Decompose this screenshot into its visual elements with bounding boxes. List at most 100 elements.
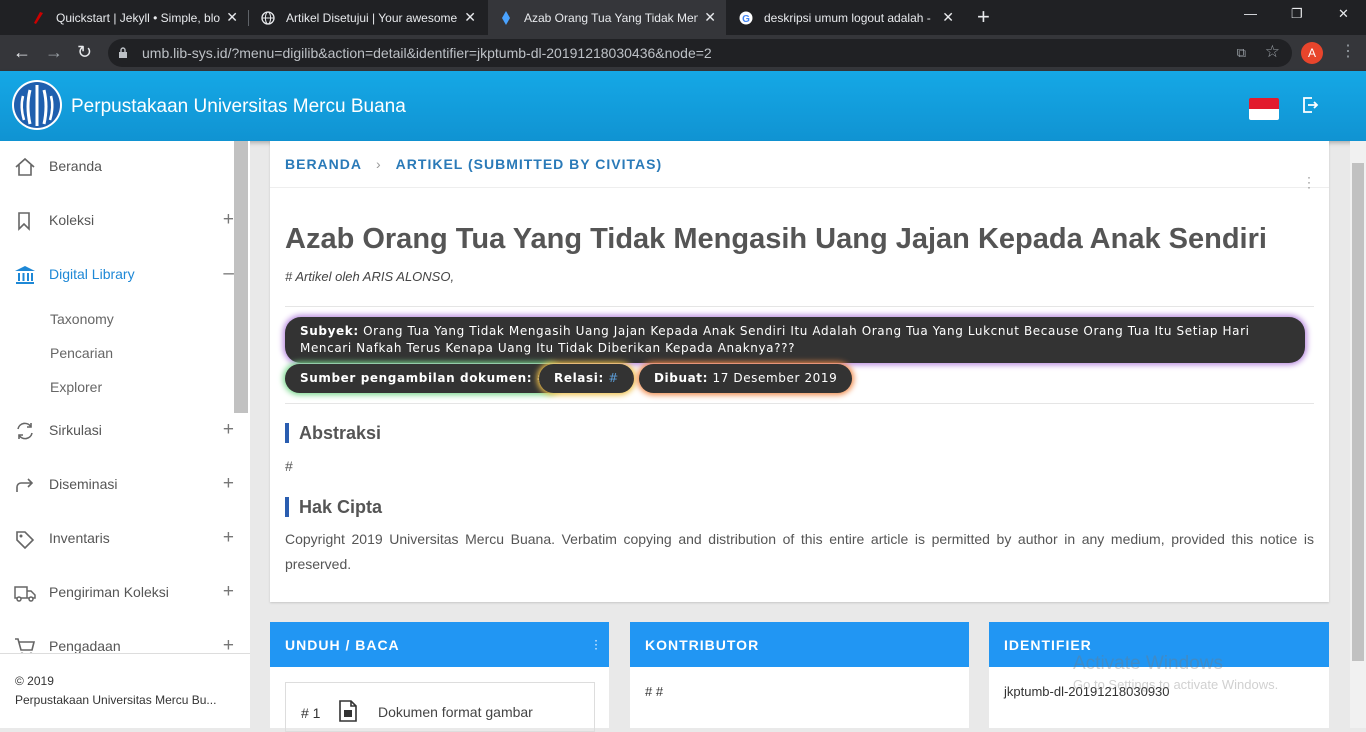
tab-title: Artikel Disetujui | Your awesome bbox=[286, 10, 458, 25]
relation-link[interactable]: # bbox=[608, 371, 619, 385]
browser-tab-strip: Quickstart | Jekyll • Simple, blog- ✕ Ar… bbox=[0, 0, 1366, 35]
download-item[interactable]: # 1 Dokumen format gambar bbox=[285, 682, 595, 732]
chevron-right-icon: › bbox=[376, 156, 382, 172]
card-header: KONTRIBUTOR bbox=[630, 622, 969, 667]
watermark-line1: Activate Windows bbox=[1073, 653, 1223, 674]
bookmark-star-icon[interactable]: ☆ bbox=[1265, 42, 1280, 62]
article-byline: # Artikel oleh ARIS ALONSO, bbox=[285, 269, 455, 284]
sidebar-subitem-pencarian[interactable]: Pencarian bbox=[50, 345, 113, 361]
subject-pill: Subyek: Orang Tua Yang Tidak Mengasih Ua… bbox=[285, 317, 1305, 363]
sidebar-item-inventaris[interactable]: Inventaris + bbox=[0, 519, 234, 559]
divider bbox=[285, 403, 1314, 404]
sidebar-scrollbar[interactable] bbox=[234, 141, 248, 413]
section-heading-abstraksi: Abstraksi bbox=[285, 423, 381, 443]
card-title: UNDUH / BACA bbox=[285, 637, 400, 653]
image-file-icon bbox=[338, 700, 358, 722]
browser-menu-icon[interactable]: ⋮ bbox=[1340, 41, 1356, 61]
expand-icon[interactable]: + bbox=[223, 209, 234, 231]
browser-tab[interactable]: G deskripsi umum logout adalah - ✕ bbox=[728, 0, 964, 35]
refresh-icon bbox=[14, 421, 36, 441]
back-button[interactable]: ← bbox=[13, 42, 31, 63]
browser-tab[interactable]: Quickstart | Jekyll • Simple, blog- ✕ bbox=[20, 0, 248, 35]
forward-button[interactable]: → bbox=[45, 42, 63, 63]
sidebar-item-koleksi[interactable]: Koleksi + bbox=[0, 201, 234, 241]
close-window-button[interactable]: ✕ bbox=[1338, 6, 1349, 22]
breadcrumb-home[interactable]: BERANDA bbox=[285, 156, 362, 172]
expand-icon[interactable]: + bbox=[223, 473, 234, 495]
sidebar-item-beranda[interactable]: Beranda bbox=[0, 147, 234, 187]
close-tab-icon[interactable]: ✕ bbox=[464, 9, 476, 26]
pill-label: Subyek: bbox=[300, 324, 359, 338]
footer-copyright: © 2019 bbox=[15, 674, 54, 688]
relation-pill: Relasi: # bbox=[539, 364, 634, 393]
card-title: IDENTIFIER bbox=[1004, 637, 1092, 653]
sidebar-item-sirkulasi[interactable]: Sirkulasi + bbox=[0, 411, 234, 451]
tab-title: deskripsi umum logout adalah - bbox=[764, 10, 931, 25]
item-number: # 1 bbox=[301, 705, 321, 721]
reload-button[interactable]: ↻ bbox=[77, 42, 92, 63]
sidebar-item-label: Pengadaan bbox=[49, 638, 121, 654]
logout-icon[interactable] bbox=[1300, 95, 1320, 115]
sidebar-item-label: Diseminasi bbox=[49, 476, 118, 492]
sidebar-item-label: Sirkulasi bbox=[49, 422, 102, 438]
close-tab-icon[interactable]: ✕ bbox=[226, 9, 238, 26]
svg-text:G: G bbox=[742, 14, 750, 25]
browser-tab-active[interactable]: Azab Orang Tua Yang Tidak Men ✕ bbox=[488, 0, 726, 35]
document-format-label: Dokumen format gambar bbox=[378, 704, 533, 720]
source-pill: Sumber pengambilan dokumen: # bbox=[285, 364, 563, 393]
card-header: UNDUH / BACA · · · bbox=[270, 622, 609, 667]
umb-logo[interactable] bbox=[12, 80, 62, 130]
umb-favicon-icon bbox=[498, 10, 514, 26]
sidebar-item-label: Koleksi bbox=[49, 212, 95, 228]
pill-value: Orang Tua Yang Tidak Mengasih Uang Jajan… bbox=[300, 324, 1250, 355]
home-icon bbox=[14, 157, 36, 177]
sidebar-subitem-taxonomy[interactable]: Taxonomy bbox=[50, 311, 114, 327]
collapse-icon[interactable]: – bbox=[223, 263, 234, 285]
page-title: Azab Orang Tua Yang Tidak Mengasih Uang … bbox=[285, 223, 1267, 255]
lock-icon bbox=[118, 46, 128, 58]
new-tab-button[interactable]: + bbox=[977, 4, 990, 30]
restore-button[interactable]: ❐ bbox=[1291, 6, 1303, 22]
tab-separator bbox=[248, 10, 249, 26]
copyright-text: Copyright 2019 Universitas Mercu Buana. … bbox=[285, 531, 1314, 572]
article-card: BERANDA › ARTIKEL (SUBMITTED BY CIVITAS) ·… bbox=[270, 141, 1329, 602]
download-card: UNDUH / BACA · · · # 1 Dokumen format gamba… bbox=[270, 622, 609, 732]
page-scrollbar[interactable] bbox=[1350, 141, 1366, 728]
expand-icon[interactable]: + bbox=[223, 527, 234, 549]
translate-icon[interactable]: ⧉ bbox=[1237, 45, 1246, 61]
breadcrumb-current[interactable]: ARTIKEL (SUBMITTED BY CIVITAS) bbox=[396, 156, 662, 172]
globe-icon bbox=[260, 10, 276, 26]
sidebar-item-label: Pengiriman Koleksi bbox=[49, 584, 169, 600]
truck-icon bbox=[14, 583, 36, 603]
close-tab-icon[interactable]: ✕ bbox=[942, 9, 954, 26]
sidebar: Beranda Koleksi + Digital Library – Taxo… bbox=[0, 141, 250, 728]
more-options-icon[interactable]: · · · bbox=[1307, 171, 1311, 193]
pill-value: 17 Desember 2019 bbox=[712, 371, 838, 385]
expand-icon[interactable]: + bbox=[223, 419, 234, 441]
more-options-icon[interactable]: · · · bbox=[595, 637, 599, 655]
app-header: Perpustakaan Universitas Mercu Buana bbox=[0, 71, 1366, 141]
indonesia-flag-icon[interactable] bbox=[1249, 98, 1279, 120]
browser-toolbar: ← → ↻ umb.lib-sys.id/?menu=digilib&actio… bbox=[0, 35, 1366, 71]
sidebar-subitem-explorer[interactable]: Explorer bbox=[50, 379, 102, 395]
app-title[interactable]: Perpustakaan Universitas Mercu Buana bbox=[71, 96, 406, 118]
close-tab-icon[interactable]: ✕ bbox=[704, 9, 716, 26]
tag-icon bbox=[14, 529, 36, 550]
sidebar-item-label: Digital Library bbox=[49, 266, 135, 282]
pill-label: Sumber pengambilan dokumen: bbox=[300, 371, 533, 385]
abstract-text: # bbox=[285, 458, 293, 474]
minimize-button[interactable]: — bbox=[1244, 6, 1257, 21]
divider bbox=[270, 187, 1329, 188]
share-arrow-icon bbox=[14, 475, 36, 495]
sidebar-item-label: Beranda bbox=[49, 158, 102, 174]
windows-activation-watermark: Activate Windows Go to Settings to activ… bbox=[1073, 653, 1278, 692]
sidebar-item-pengiriman-koleksi[interactable]: Pengiriman Koleksi + bbox=[0, 573, 234, 613]
sidebar-item-diseminasi[interactable]: Diseminasi + bbox=[0, 465, 234, 505]
sidebar-item-digital-library[interactable]: Digital Library – bbox=[0, 255, 234, 295]
profile-avatar[interactable]: A bbox=[1301, 42, 1323, 64]
browser-tab[interactable]: Artikel Disetujui | Your awesome ✕ bbox=[250, 0, 486, 35]
expand-icon[interactable]: + bbox=[223, 581, 234, 603]
footer-name: Perpustakaan Universitas Mercu Bu... bbox=[15, 693, 217, 707]
scrollbar-thumb[interactable] bbox=[1352, 163, 1364, 661]
address-bar[interactable]: umb.lib-sys.id/?menu=digilib&action=deta… bbox=[108, 39, 1292, 67]
